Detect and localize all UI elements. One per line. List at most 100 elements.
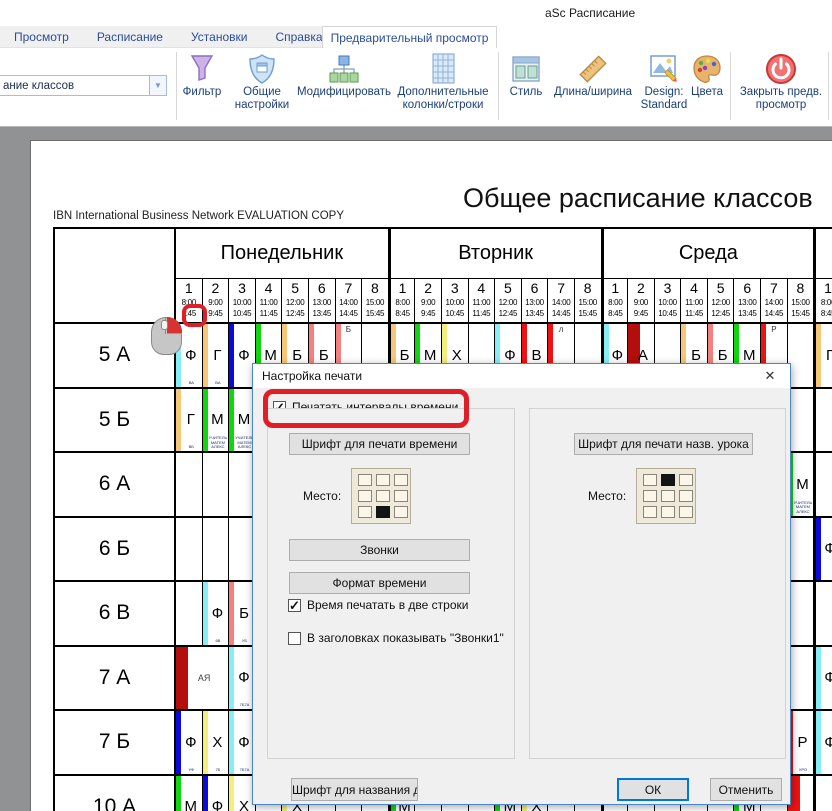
- period-header: 815:0015:45: [788, 279, 815, 324]
- position-cell[interactable]: [643, 474, 657, 486]
- titlebar: aSc Расписание: [0, 0, 832, 26]
- tab-print-preview[interactable]: Предварительный просмотр: [322, 26, 497, 48]
- subject-letter: Ф: [203, 776, 229, 811]
- position-cell[interactable]: [358, 506, 372, 518]
- position-cell[interactable]: [679, 490, 693, 502]
- period-end-time: 12:45: [708, 308, 734, 319]
- combobox-dropdown-icon[interactable]: ▼: [149, 76, 166, 95]
- font-for-lesson-name-button[interactable]: Шрифт для печати назв. урока: [574, 433, 753, 455]
- time-cell-highlight-annotation: [182, 304, 207, 327]
- position-cell[interactable]: [643, 506, 657, 518]
- lesson-cell: Ф: [814, 647, 832, 712]
- menu-view[interactable]: Просмотр: [0, 30, 83, 44]
- lesson-cell: Х7Б: [203, 711, 230, 776]
- period-number: 1: [604, 279, 628, 297]
- bells-button[interactable]: Звонки: [289, 539, 470, 561]
- lesson-cell: [203, 453, 230, 518]
- position-cell[interactable]: [394, 506, 408, 518]
- shield-settings-icon: [246, 52, 278, 86]
- period-start-time: 15:00: [788, 297, 814, 308]
- mouse-right-button-highlight: [167, 317, 182, 334]
- show-bells1-checkbox[interactable]: В заголовках показывать "Звонки1": [288, 631, 504, 645]
- modify-button[interactable]: Модифицировать: [295, 52, 393, 99]
- length-width-button[interactable]: Длина/ширина: [548, 52, 638, 99]
- subject-letter: Ф: [203, 582, 229, 645]
- day-header: Среда: [602, 229, 815, 279]
- style-button[interactable]: Стиль: [506, 52, 546, 99]
- period-end-time: 14:45: [761, 308, 787, 319]
- teacher-small-text: ВБ: [182, 445, 201, 450]
- subject-letter: Ф: [816, 518, 832, 581]
- lesson-cell: Ф: [814, 711, 832, 776]
- period-end-time: 9:45: [415, 308, 441, 319]
- time-format-button[interactable]: Формат времени: [289, 572, 470, 594]
- period-header: 29:009:45: [628, 279, 655, 324]
- time-position-grid[interactable]: [351, 468, 411, 524]
- period-start-time: 14:00: [548, 297, 574, 308]
- teacher-small-text: 7Б: [209, 768, 228, 773]
- lesson-cell: ГВБ: [176, 389, 203, 454]
- period-number: 2: [628, 279, 654, 297]
- ok-button[interactable]: ОК: [617, 778, 689, 801]
- period-end-time: 11:45: [256, 308, 282, 319]
- period-header: 411:0011:45: [469, 279, 496, 324]
- period-end-time: 8:45: [391, 308, 415, 319]
- position-cell[interactable]: [376, 490, 390, 502]
- additional-columns-rows-button[interactable]: Дополнительные колонки/строки: [393, 52, 493, 111]
- filter-button[interactable]: Фильтр: [181, 52, 223, 99]
- position-cell[interactable]: [661, 490, 675, 502]
- lesson-name-settings-groupbox: [529, 408, 786, 759]
- subject-letter: Ф: [176, 711, 202, 774]
- lesson-cell: [788, 518, 815, 583]
- subject-letter: Х: [229, 776, 255, 811]
- period-header: 815:0015:45: [362, 279, 389, 324]
- menubar: Просмотр Расписание Установки Справка Пр…: [0, 26, 832, 48]
- checkbox-box[interactable]: [288, 632, 301, 645]
- checkbox-box[interactable]: [288, 599, 301, 612]
- lesson-position-grid[interactable]: [636, 468, 696, 524]
- menu-timetable[interactable]: Расписание: [83, 30, 177, 44]
- checkbox-label: Время печатать в две строки: [307, 598, 468, 612]
- teacher-small-text: УБ: [235, 639, 254, 644]
- teacher-small-text: УЧИТЕЛЬ МАТЕМ АЛЕКС: [794, 501, 813, 515]
- position-cell[interactable]: [376, 474, 390, 486]
- position-cell[interactable]: [643, 490, 657, 502]
- font-for-time-button[interactable]: Шрифт для печати времени: [289, 433, 470, 455]
- position-cell[interactable]: [661, 506, 675, 518]
- font-for-day-name-button[interactable]: Шрифт для названия дня: [291, 778, 418, 801]
- dialog-titlebar[interactable]: Настройка печати ✕: [253, 364, 790, 388]
- position-cell[interactable]: [358, 474, 372, 486]
- position-cell-selected[interactable]: [661, 474, 675, 486]
- colors-button[interactable]: Цвета: [687, 52, 727, 99]
- place-label-right: Место:: [588, 489, 626, 503]
- period-end-time: 8:45: [816, 308, 832, 319]
- general-settings-button[interactable]: Общие настройки: [230, 52, 294, 111]
- position-cell-selected[interactable]: [376, 506, 390, 518]
- lesson-cell: Г: [814, 324, 832, 389]
- period-header: 29:009:45: [415, 279, 442, 324]
- position-cell[interactable]: [394, 490, 408, 502]
- period-header: 613:0013:45: [734, 279, 761, 324]
- lesson-cell: РУРО: [788, 711, 815, 776]
- day-header: Вторник: [389, 229, 602, 279]
- print-settings-dialog: Настройка печати ✕ Печатать интервалы вр…: [252, 363, 791, 805]
- position-cell[interactable]: [679, 474, 693, 486]
- position-cell[interactable]: [394, 474, 408, 486]
- cancel-button[interactable]: Отменить: [710, 778, 782, 801]
- position-cell[interactable]: [358, 490, 372, 502]
- menu-settings[interactable]: Установки: [177, 30, 261, 44]
- class-label: 6 В: [55, 582, 176, 647]
- dialog-close-icon[interactable]: ✕: [758, 366, 782, 386]
- time-two-lines-checkbox[interactable]: Время печатать в две строки: [288, 598, 468, 612]
- close-preview-button[interactable]: Закрыть предв. просмотр: [734, 52, 828, 111]
- period-start-time: 10:00: [229, 297, 255, 308]
- subject-small-letter: Р: [761, 325, 787, 334]
- palette-icon: [691, 52, 723, 86]
- period-end-time: 11:45: [681, 308, 707, 319]
- position-cell[interactable]: [679, 506, 693, 518]
- period-number: 7: [548, 279, 574, 297]
- design-button[interactable]: Design: Standard: [636, 52, 692, 111]
- report-type-combobox[interactable]: ание классов ▼: [0, 75, 167, 96]
- teacher-small-text: ВА: [182, 381, 201, 386]
- subject-letter: Х: [203, 711, 229, 774]
